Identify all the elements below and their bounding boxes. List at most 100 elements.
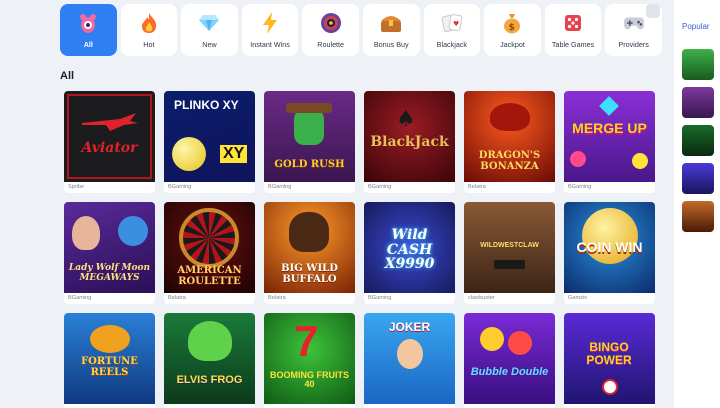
game-card[interactable]: Wild CASH X9990 BGaming: [364, 202, 455, 304]
category-label: Table Games: [551, 40, 595, 49]
game-card[interactable]: FORTUNE REELS: [64, 313, 155, 408]
game-provider: BGaming: [268, 184, 292, 190]
game-card[interactable]: COIN WIN Gamzix: [564, 202, 655, 304]
treasure-chest-icon: [380, 12, 402, 34]
game-thumbnail: BINGO POWER: [564, 313, 655, 404]
game-thumbnail: Wild CASH X9990: [364, 202, 455, 293]
game-card[interactable]: XY PLINKO XY BGaming: [164, 91, 255, 193]
game-thumbnail: DRAGON'S BONANZA: [464, 91, 555, 182]
popular-game-thumbnail[interactable]: [682, 201, 714, 232]
game-card[interactable]: Bubble Double: [464, 313, 555, 408]
game-art-title: ELVIS FROG: [176, 374, 243, 386]
game-provider: [164, 404, 255, 408]
game-card[interactable]: AMERICAN ROULETTE Belatra: [164, 202, 255, 304]
game-provider: BGaming: [368, 295, 392, 301]
game-art-title: AMERICAN ROULETTE: [177, 265, 242, 287]
game-thumbnail: ELVIS FROG: [164, 313, 255, 404]
plane-icon: [82, 113, 138, 131]
game-provider: Gamzix: [568, 295, 587, 301]
game-thumbnail: FORTUNE REELS: [64, 313, 155, 404]
game-card[interactable]: JOKER: [364, 313, 455, 408]
game-provider: [564, 404, 655, 408]
game-art-title: WILDWESTCLAW: [480, 242, 539, 249]
popular-game-thumbnail[interactable]: [682, 125, 714, 156]
popular-game-thumbnail[interactable]: [682, 49, 714, 80]
game-art-title: BINGO POWER: [586, 340, 632, 367]
game-art-title: PLINKO XY: [174, 98, 239, 112]
game-art-title: Aviator: [81, 140, 138, 157]
game-thumbnail: AMERICAN ROULETTE: [164, 202, 255, 293]
expand-icon[interactable]: [646, 4, 660, 18]
category-label: Blackjack: [436, 40, 468, 49]
game-provider: clawbuster: [468, 295, 495, 301]
category-bonus-buy[interactable]: Bonus Buy: [362, 4, 420, 56]
category-bar: All Hot New Instant Wins Roulette Bonus …: [60, 4, 662, 56]
game-card[interactable]: DRAGON'S BONANZA Belatra: [464, 91, 555, 193]
popular-game-thumbnail[interactable]: [682, 163, 714, 194]
category-label: Bonus Buy: [373, 40, 409, 49]
game-art-title: FORTUNE REELS: [81, 356, 138, 378]
game-card[interactable]: GOLD RUSH BGaming: [264, 91, 355, 193]
game-card[interactable]: Lady Wolf Moon MEGAWAYS BGaming: [64, 202, 155, 304]
game-art-title: BIG WILD BUFFALO: [281, 263, 338, 285]
game-card[interactable]: ♠ BlackJack BGaming: [364, 91, 455, 193]
game-thumbnail: MERGE UP: [564, 91, 655, 182]
game-thumbnail: BIG WILD BUFFALO: [264, 202, 355, 293]
category-jackpot[interactable]: $ Jackpot: [484, 4, 541, 56]
game-provider: [264, 404, 355, 408]
category-label: All: [83, 40, 93, 49]
game-provider: [364, 404, 455, 408]
game-provider: BGaming: [168, 184, 192, 190]
game-provider: BGaming: [68, 295, 92, 301]
game-thumbnail: ♠ BlackJack: [364, 91, 455, 182]
category-instant-wins[interactable]: Instant Wins: [241, 4, 299, 56]
svg-text:$: $: [509, 23, 515, 33]
game-card[interactable]: BIG WILD BUFFALO Belatra: [264, 202, 355, 304]
game-thumbnail: COIN WIN: [564, 202, 655, 293]
svg-text:♥: ♥: [453, 20, 459, 28]
game-card[interactable]: BINGO POWER: [564, 313, 655, 408]
game-provider: BGaming: [568, 184, 592, 190]
game-art-title: Lady Wolf Moon MEGAWAYS: [68, 263, 151, 283]
game-provider: [464, 404, 555, 408]
game-thumbnail: Bubble Double: [464, 313, 555, 404]
game-thumbnail: WILDWESTCLAW: [464, 202, 555, 293]
main-content: All Hot New Instant Wins Roulette Bonus …: [0, 0, 674, 408]
category-label: Instant Wins: [250, 40, 290, 49]
category-blackjack[interactable]: ♥ Blackjack: [423, 4, 481, 56]
category-roulette[interactable]: Roulette: [302, 4, 359, 56]
game-provider: Belatra: [468, 184, 486, 190]
category-new[interactable]: New: [181, 4, 238, 56]
game-card[interactable]: Aviator Spribe: [64, 91, 155, 193]
game-art-title: JOKER: [388, 320, 431, 334]
roulette-wheel-icon: [320, 12, 342, 34]
diamond-icon: [198, 12, 220, 34]
game-card[interactable]: WILDWESTCLAW clawbuster: [464, 202, 555, 304]
popular-game-thumbnail[interactable]: [682, 87, 714, 118]
game-card[interactable]: 7 BOOMING FRUITS 40: [264, 313, 355, 408]
category-hot[interactable]: Hot: [120, 4, 178, 56]
game-art-title: MERGE UP: [572, 120, 647, 136]
game-art-title: Wild CASH X9990: [384, 227, 435, 273]
sidebar-title: Popular: [682, 22, 710, 31]
category-label: New: [202, 40, 217, 49]
category-label: Providers: [618, 40, 649, 49]
category-all[interactable]: All: [60, 4, 117, 56]
category-label: Jackpot: [500, 40, 525, 49]
game-card[interactable]: ELVIS FROG: [164, 313, 255, 408]
game-thumbnail: XY PLINKO XY: [164, 91, 255, 182]
game-provider: Spribe: [68, 184, 85, 190]
flame-icon: [138, 12, 160, 34]
lightning-icon: [259, 12, 281, 34]
game-thumbnail: GOLD RUSH: [264, 91, 355, 182]
playing-cards-icon: ♥: [441, 12, 463, 34]
game-thumbnail: Lady Wolf Moon MEGAWAYS: [64, 202, 155, 293]
game-art-title: GOLD RUSH: [274, 158, 345, 170]
game-provider: Belatra: [268, 295, 286, 301]
game-card[interactable]: MERGE UP BGaming: [564, 91, 655, 193]
category-table-games[interactable]: Table Games: [544, 4, 602, 56]
game-art-title: Bubble Double: [470, 366, 549, 378]
game-provider: [64, 404, 155, 408]
category-label: Roulette: [317, 40, 345, 49]
game-art-title: BlackJack: [370, 134, 449, 150]
